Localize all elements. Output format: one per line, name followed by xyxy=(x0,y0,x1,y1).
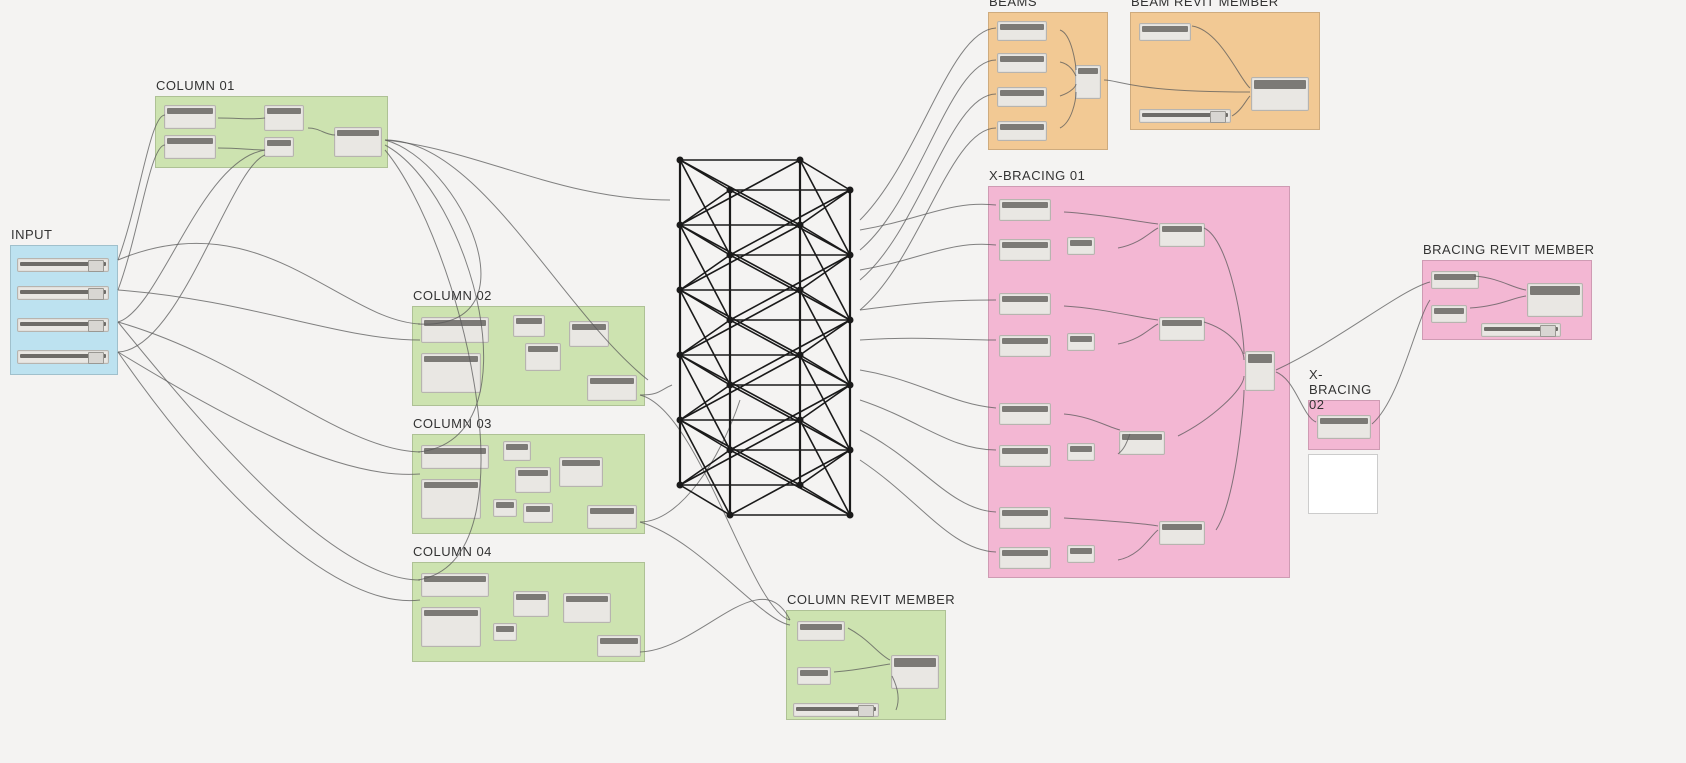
component[interactable] xyxy=(421,479,481,519)
group-xbracing-01[interactable]: X-BRACING 01 xyxy=(988,186,1290,578)
component[interactable] xyxy=(513,315,545,337)
component[interactable] xyxy=(1067,237,1095,255)
component[interactable] xyxy=(559,457,603,487)
component[interactable] xyxy=(999,239,1051,261)
component[interactable] xyxy=(999,445,1051,467)
component[interactable] xyxy=(999,335,1051,357)
component[interactable] xyxy=(1159,521,1205,545)
group-input[interactable]: INPUT xyxy=(10,245,118,375)
component[interactable] xyxy=(1527,283,1583,317)
component[interactable] xyxy=(493,499,517,517)
component[interactable] xyxy=(999,403,1051,425)
component-slider[interactable] xyxy=(1139,109,1231,123)
component[interactable] xyxy=(797,667,831,685)
component[interactable] xyxy=(421,317,489,343)
component-slider[interactable] xyxy=(1481,323,1561,337)
structure-preview xyxy=(670,130,865,550)
group-column-04[interactable]: COLUMN 04 xyxy=(412,562,645,662)
component[interactable] xyxy=(421,445,489,469)
group-column-01[interactable]: COLUMN 01 xyxy=(155,96,388,168)
component-slider[interactable] xyxy=(17,286,109,300)
component[interactable] xyxy=(1159,223,1205,247)
component[interactable] xyxy=(997,21,1047,41)
group-label: COLUMN 03 xyxy=(413,416,492,431)
component-slider[interactable] xyxy=(17,350,109,364)
component[interactable] xyxy=(513,591,549,617)
component[interactable] xyxy=(999,199,1051,221)
component[interactable] xyxy=(997,53,1047,73)
panel xyxy=(1308,454,1378,514)
component[interactable] xyxy=(1431,305,1467,323)
component[interactable] xyxy=(997,121,1047,141)
component[interactable] xyxy=(1251,77,1309,111)
component[interactable] xyxy=(1317,415,1371,439)
component[interactable] xyxy=(597,635,641,657)
component[interactable] xyxy=(999,293,1051,315)
component[interactable] xyxy=(999,547,1051,569)
component[interactable] xyxy=(999,507,1051,529)
group-label: BEAM REVIT MEMBER xyxy=(1131,0,1279,9)
component-slider[interactable] xyxy=(17,258,109,272)
component[interactable] xyxy=(1431,271,1479,289)
component[interactable] xyxy=(569,321,609,347)
component[interactable] xyxy=(1159,317,1205,341)
component-slider[interactable] xyxy=(793,703,879,717)
component[interactable] xyxy=(587,375,637,401)
component[interactable] xyxy=(264,137,294,157)
component[interactable] xyxy=(797,621,845,641)
group-label: COLUMN REVIT MEMBER xyxy=(787,592,955,607)
group-beams[interactable]: BEAMS xyxy=(988,12,1108,150)
component[interactable] xyxy=(421,607,481,647)
component[interactable] xyxy=(563,593,611,623)
component[interactable] xyxy=(1119,431,1165,455)
group-label: INPUT xyxy=(11,227,53,242)
group-label: BRACING REVIT MEMBER xyxy=(1423,242,1595,257)
component[interactable] xyxy=(997,87,1047,107)
component[interactable] xyxy=(421,353,481,393)
component[interactable] xyxy=(493,623,517,641)
group-beam-revit-member[interactable]: BEAM REVIT MEMBER xyxy=(1130,12,1320,130)
component[interactable] xyxy=(1139,23,1191,41)
group-xbracing-02[interactable]: X-BRACING 02 xyxy=(1308,400,1380,450)
component[interactable] xyxy=(515,467,551,493)
component[interactable] xyxy=(523,503,553,523)
component-slider[interactable] xyxy=(17,318,109,332)
group-column-02[interactable]: COLUMN 02 xyxy=(412,306,645,406)
component[interactable] xyxy=(1245,351,1275,391)
component[interactable] xyxy=(334,127,382,157)
group-column-03[interactable]: COLUMN 03 xyxy=(412,434,645,534)
group-bracing-revit-member[interactable]: BRACING REVIT MEMBER xyxy=(1422,260,1592,340)
group-label: COLUMN 01 xyxy=(156,78,235,93)
component[interactable] xyxy=(1075,65,1101,99)
group-label: BEAMS xyxy=(989,0,1037,9)
component[interactable] xyxy=(264,105,304,131)
group-label: X-BRACING 02 xyxy=(1309,367,1381,412)
component[interactable] xyxy=(891,655,939,689)
group-label: COLUMN 04 xyxy=(413,544,492,559)
component[interactable] xyxy=(164,105,216,129)
component[interactable] xyxy=(1067,443,1095,461)
group-column-revit-member[interactable]: COLUMN REVIT MEMBER xyxy=(786,610,946,720)
group-label: X-BRACING 01 xyxy=(989,168,1085,183)
component[interactable] xyxy=(164,135,216,159)
component[interactable] xyxy=(587,505,637,529)
grasshopper-canvas[interactable]: INPUT COLUMN 01 COLUMN 02 COLUMN 03 xyxy=(0,0,1686,763)
component[interactable] xyxy=(1067,333,1095,351)
component[interactable] xyxy=(1067,545,1095,563)
component[interactable] xyxy=(525,343,561,371)
group-label: COLUMN 02 xyxy=(413,288,492,303)
component[interactable] xyxy=(421,573,489,597)
component[interactable] xyxy=(503,441,531,461)
